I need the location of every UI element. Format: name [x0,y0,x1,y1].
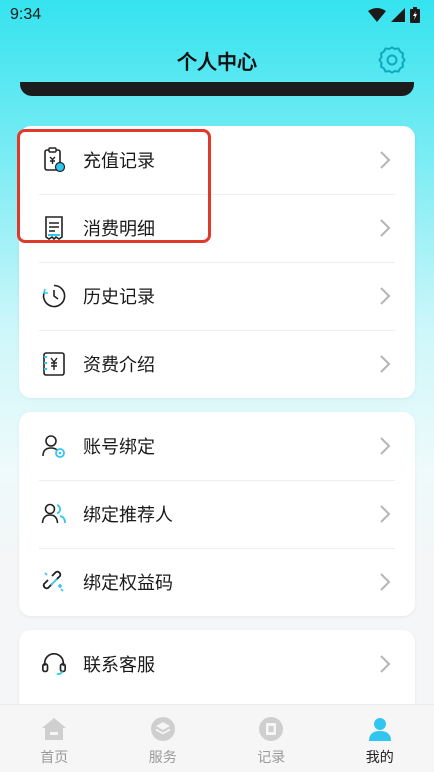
menu-label: 账号绑定 [83,437,155,458]
header: 个人中心 [0,38,434,82]
menu-label: 历史记录 [83,287,155,308]
tab-label: 首页 [40,750,69,766]
menu-item-consumption-detail[interactable]: 消费明细 [19,194,415,262]
cellular-signal-icon [391,8,405,22]
binding-card: 账号绑定 绑定推荐人 绑定权益码 [19,412,415,616]
tab-service[interactable]: 服务 [109,705,218,772]
menu-label: 资费介绍 [83,355,155,376]
page-title: 个人中心 [177,49,257,74]
chevron-right-icon [380,355,391,373]
records-card: 充值记录 消费明细 历史记录 资费介绍 [19,126,415,398]
consumption-detail-icon [41,215,67,241]
tab-label: 记录 [257,750,286,766]
headset-icon [41,651,67,677]
wifi-icon [368,8,386,22]
menu-label: 联系客服 [83,655,155,676]
menu-item-recharge-record[interactable]: 充值记录 [19,126,415,194]
chevron-right-icon [380,287,391,305]
settings-button[interactable] [376,44,408,76]
menu-item-benefit-code[interactable]: 绑定权益码 [19,548,415,616]
tab-label: 我的 [365,750,394,766]
menu-item-contact-support[interactable]: 联系客服 [19,630,415,698]
chevron-right-icon [380,437,391,455]
account-bind-icon [41,433,67,459]
menu-item-history[interactable]: 历史记录 [19,262,415,330]
menu-label: 绑定推荐人 [83,505,173,526]
tab-home[interactable]: 首页 [0,705,109,772]
chevron-right-icon [380,505,391,523]
menu-item-referrer[interactable]: 绑定推荐人 [19,480,415,548]
bottom-tab-bar: 首页 服务 记录 我的 [0,704,434,772]
history-icon [41,283,67,309]
service-icon [149,715,177,743]
menu-item-account-bind[interactable]: 账号绑定 [19,412,415,480]
referrer-icon [41,501,67,527]
header-divider-bar [20,82,414,96]
chevron-right-icon [380,151,391,169]
menu-label: 充值记录 [83,151,155,172]
record-icon [257,715,285,743]
chevron-right-icon [380,573,391,591]
tab-profile[interactable]: 我的 [326,705,434,772]
tariff-icon [41,351,67,377]
benefit-code-icon [41,569,67,595]
chevron-right-icon [380,219,391,237]
menu-label: 消费明细 [83,219,155,240]
menu-item-tariff[interactable]: 资费介绍 [19,330,415,398]
chevron-right-icon [380,655,391,673]
gear-icon [378,46,406,74]
battery-icon [410,7,420,23]
tab-record[interactable]: 记录 [217,705,326,772]
profile-icon [366,715,394,743]
status-bar: 9:34 [0,0,434,30]
status-time: 9:34 [10,6,42,23]
home-icon [40,715,68,743]
status-icons [368,7,420,23]
recharge-record-icon [41,147,67,173]
menu-label: 绑定权益码 [83,573,173,594]
tab-label: 服务 [148,750,177,766]
